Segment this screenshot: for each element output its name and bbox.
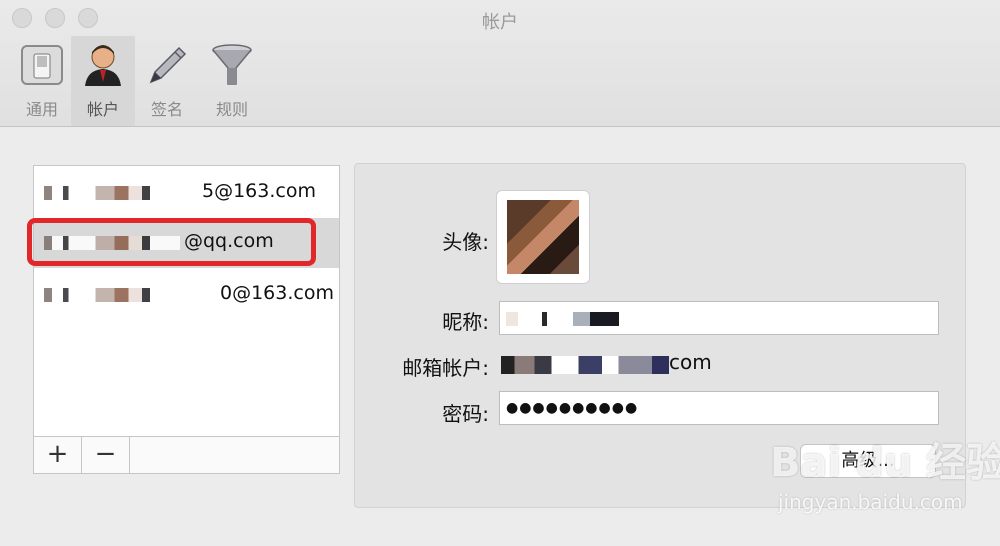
avatar[interactable] bbox=[496, 190, 590, 284]
nickname-label: 昵称: bbox=[442, 310, 489, 334]
list-actions-bar: + − bbox=[34, 436, 339, 473]
avatar-image bbox=[507, 200, 579, 274]
account-list-item[interactable]: 0@163.com bbox=[34, 270, 339, 320]
account-address: 0@163.com bbox=[220, 282, 334, 304]
pen-icon bbox=[149, 46, 187, 84]
preferences-window: 帐户 通用 帐户 签名 规则 5@163.com @qq.com 0@163.c… bbox=[0, 0, 1000, 546]
email-account-value: com bbox=[669, 350, 712, 374]
add-account-button[interactable]: + bbox=[34, 437, 82, 473]
funnel-icon bbox=[212, 44, 252, 85]
toolbar-item-signatures[interactable]: 签名 bbox=[135, 36, 199, 126]
email-account-label: 邮箱帐户: bbox=[402, 356, 489, 380]
window-title: 帐户 bbox=[482, 12, 518, 33]
account-address: 5@163.com bbox=[202, 180, 316, 202]
account-list-item[interactable]: 5@163.com bbox=[34, 168, 339, 218]
avatar-label: 头像: bbox=[442, 230, 489, 254]
toolbar-label-accounts: 帐户 bbox=[86, 100, 119, 119]
account-list: 5@163.com @qq.com 0@163.com + − bbox=[33, 165, 340, 474]
user-icon bbox=[85, 45, 121, 86]
toolbar-item-accounts[interactable]: 帐户 bbox=[71, 36, 135, 126]
title-bar: 帐户 通用 帐户 签名 规则 bbox=[0, 0, 1000, 127]
highlight-annotation bbox=[27, 218, 316, 266]
nickname-field[interactable] bbox=[499, 301, 939, 335]
toolbar-label-general: 通用 bbox=[25, 100, 58, 119]
remove-account-button[interactable]: − bbox=[82, 437, 130, 473]
redacted-username bbox=[44, 288, 180, 302]
password-value: ●●●●●●●●●● bbox=[506, 400, 639, 416]
redacted-nickname bbox=[506, 312, 626, 326]
redacted-username bbox=[44, 186, 180, 200]
toolbar-label-signatures: 签名 bbox=[150, 100, 183, 119]
accounts-pane: 5@163.com @qq.com 0@163.com + − 头像: 昵称: bbox=[0, 127, 1000, 546]
password-field[interactable]: ●●●●●●●●●● bbox=[499, 391, 939, 425]
advanced-button[interactable]: 高级... bbox=[800, 444, 936, 478]
switch-icon bbox=[21, 45, 63, 85]
password-label: 密码: bbox=[442, 402, 489, 426]
redacted-email bbox=[501, 356, 669, 374]
account-details: 头像: 昵称: 邮箱帐户: com 密码: ●●●●●●●●●● 高级... bbox=[354, 163, 966, 508]
toolbar-item-rules[interactable]: 规则 bbox=[200, 36, 264, 126]
toolbar-label-rules: 规则 bbox=[215, 100, 248, 119]
toolbar-item-general[interactable]: 通用 bbox=[10, 36, 74, 126]
